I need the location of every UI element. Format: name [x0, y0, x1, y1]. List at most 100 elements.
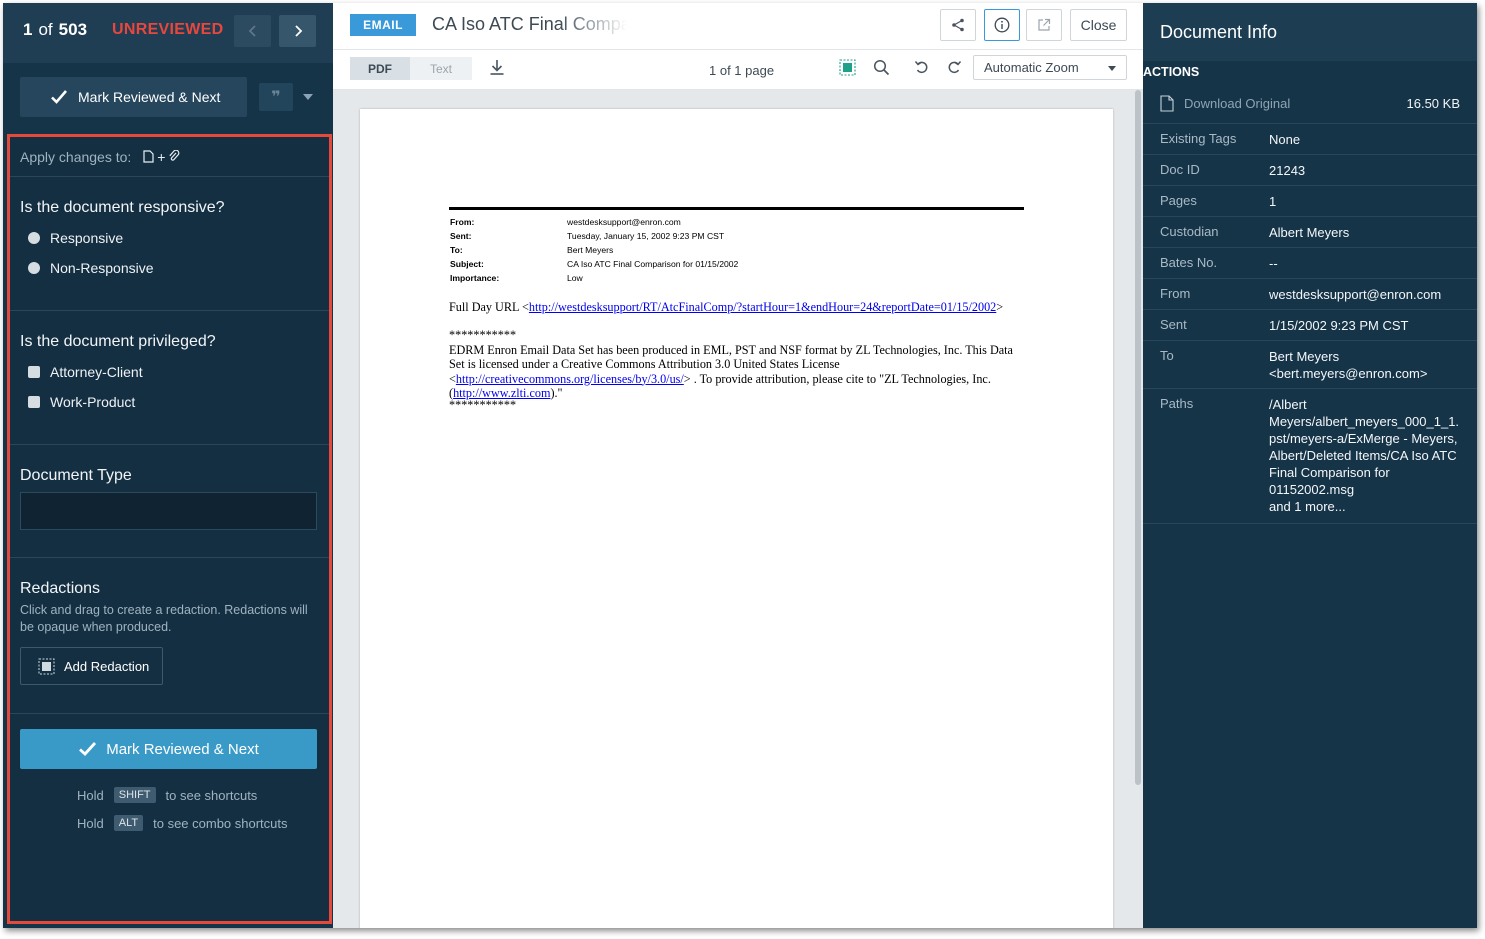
info-row-custodian: Custodian Albert Meyers [1143, 217, 1477, 248]
share-button[interactable] [940, 9, 976, 41]
to-value: Bert Meyers [567, 245, 614, 255]
info-key: Custodian [1160, 224, 1219, 239]
hint1-pre: Hold [77, 787, 104, 803]
total-docs: 503 [58, 20, 88, 39]
rotate-right-icon[interactable] [946, 59, 962, 75]
alt-shortcut-hint: Hold ALT to see combo shortcuts [77, 815, 288, 831]
info-table: Existing Tags None Doc ID 21243 Pages 1 Custod… [1143, 124, 1477, 524]
open-external-button[interactable] [1026, 9, 1062, 41]
stars-top: *********** [449, 328, 517, 342]
info-key: Bates No. [1160, 255, 1218, 270]
fullday-pre: Full Day URL < [449, 300, 529, 314]
edrm-line3-post: > . To provide attribution, please cite … [683, 371, 991, 386]
document-title: CA Iso ATC Final Comparison for 01/15/20… [432, 14, 627, 34]
document-icon [143, 150, 154, 163]
info-row-from: From westdesksupport@enron.com [1143, 279, 1477, 310]
document-icon [1160, 94, 1174, 112]
tab-pdf[interactable]: PDF [350, 57, 410, 80]
info-value: /Albert Meyers/albert_meyers_000_1_1.pst… [1269, 396, 1464, 515]
counter-of: of [38, 20, 53, 39]
redactions-help-text: Click and drag to create a redaction. Re… [20, 603, 308, 634]
review-window: 1 of 503 UNREVIEWED Mark Reviewed & Next ❞… [3, 3, 1477, 928]
chevron-down-icon [1108, 66, 1116, 71]
add-redaction-label: Add Redaction [64, 658, 150, 674]
hint2-post: to see combo shortcuts [153, 815, 288, 831]
coding-panel: 1 of 503 UNREVIEWED Mark Reviewed & Next ❞… [3, 3, 333, 928]
info-key: Existing Tags [1160, 131, 1237, 146]
redaction-icon [38, 658, 55, 674]
responsive-radio[interactable] [28, 232, 40, 244]
privileged-section: Is the document privileged? Attorney-Cli… [10, 311, 329, 445]
edrm-notice: *********** EDRM Enron Email Data Set ha… [449, 328, 1013, 412]
info-key: From [1160, 286, 1191, 301]
info-value: 1 [1269, 193, 1464, 210]
attorney-client-checkbox[interactable] [28, 366, 40, 378]
responsive-label: Responsive [50, 230, 124, 246]
next-doc-button[interactable] [279, 15, 316, 47]
info-value-text: -- [1269, 256, 1278, 271]
info-value: -- [1269, 255, 1464, 272]
info-row-existing-tags: Existing Tags None [1143, 124, 1477, 155]
fullday-link[interactable]: http://westdesksupport/RT/AtcFinalComp/?… [529, 300, 996, 314]
pdf-page: From: westdesksupport@enron.com Sent: Tues… [360, 109, 1113, 928]
work-product-option[interactable]: Work-Product [20, 387, 329, 417]
edrm-line1: EDRM Enron Email Data Set has been produ… [449, 342, 1013, 357]
close-button[interactable]: Close [1070, 9, 1127, 41]
search-icon[interactable] [873, 59, 890, 76]
review-status-label: UNREVIEWED [112, 21, 224, 38]
non-responsive-option[interactable]: Non-Responsive [20, 253, 329, 283]
hint1-post: to see shortcuts [165, 787, 258, 803]
non-responsive-radio[interactable] [28, 262, 40, 274]
info-row-pages: Pages 1 [1143, 186, 1477, 217]
from-value: westdesksupport@enron.com [567, 217, 681, 227]
alt-key-badge: ALT [113, 815, 144, 831]
dropdown-caret-icon[interactable] [303, 94, 313, 100]
viewer-scrollbar[interactable] [1135, 90, 1141, 785]
info-row-to: To Bert Meyers <bert.meyers@enron.com> [1143, 341, 1477, 389]
responsive-option[interactable]: Responsive [20, 223, 329, 253]
plus-sign: + [157, 148, 166, 165]
download-original-link[interactable]: Download Original [1184, 96, 1290, 111]
subject-key: Subject: [450, 259, 484, 269]
share-icon [952, 18, 964, 32]
mark-reviewed-next-button-top[interactable]: Mark Reviewed & Next [20, 77, 247, 117]
current-doc-number: 1 [23, 20, 33, 39]
info-row-bates-no: Bates No. -- [1143, 248, 1477, 279]
info-button[interactable] [984, 9, 1020, 41]
hint2-pre: Hold [77, 815, 104, 831]
info-value: 1/15/2002 9:23 PM CST [1269, 317, 1464, 334]
document-type-field[interactable] [20, 492, 317, 530]
quote-button[interactable]: ❞ [259, 83, 293, 111]
chevron-right-icon [294, 25, 302, 37]
importance-value: Low [567, 273, 583, 283]
sent-key: Sent: [450, 231, 472, 241]
select-area-icon[interactable] [839, 59, 856, 76]
cc-license-link[interactable]: http://creativecommons.org/licenses/by/3… [456, 372, 684, 386]
edrm-line3-pre: < [449, 371, 456, 386]
redactions-section: Redactions Click and drag to create a re… [10, 558, 329, 714]
to-key: To: [450, 245, 463, 255]
add-redaction-button[interactable]: Add Redaction [20, 647, 163, 685]
zoom-value: Automatic Zoom [984, 60, 1079, 75]
tab-text[interactable]: Text [410, 57, 472, 80]
previous-doc-button[interactable] [234, 15, 271, 47]
info-value-text: /Albert Meyers/albert_meyers_000_1_1.pst… [1269, 397, 1460, 497]
info-value-text: 1 [1269, 194, 1277, 209]
info-value: westdesksupport@enron.com [1269, 286, 1464, 303]
mark-reviewed-next-button[interactable]: Mark Reviewed & Next [20, 729, 317, 769]
checkmark-icon [51, 90, 67, 104]
email-type-badge: EMAIL [350, 14, 416, 36]
attorney-client-option[interactable]: Attorney-Client [20, 357, 329, 387]
work-product-checkbox[interactable] [28, 396, 40, 408]
checkmark-icon [79, 742, 97, 756]
rotate-left-icon[interactable] [914, 59, 930, 75]
zoom-select[interactable]: Automatic Zoom [973, 55, 1127, 80]
download-icon[interactable] [489, 59, 505, 76]
info-key: Pages [1160, 193, 1197, 208]
apply-target-selector[interactable]: + [143, 149, 180, 165]
info-row-paths: Paths/Albert Meyers/albert_meyers_000_1_… [1143, 389, 1477, 524]
info-value-text: 21243 [1269, 163, 1306, 178]
paths-more-link[interactable]: and 1 more... [1269, 498, 1464, 515]
info-icon [994, 17, 1010, 33]
download-original-row[interactable]: Download Original 16.50 KB [1143, 83, 1477, 124]
